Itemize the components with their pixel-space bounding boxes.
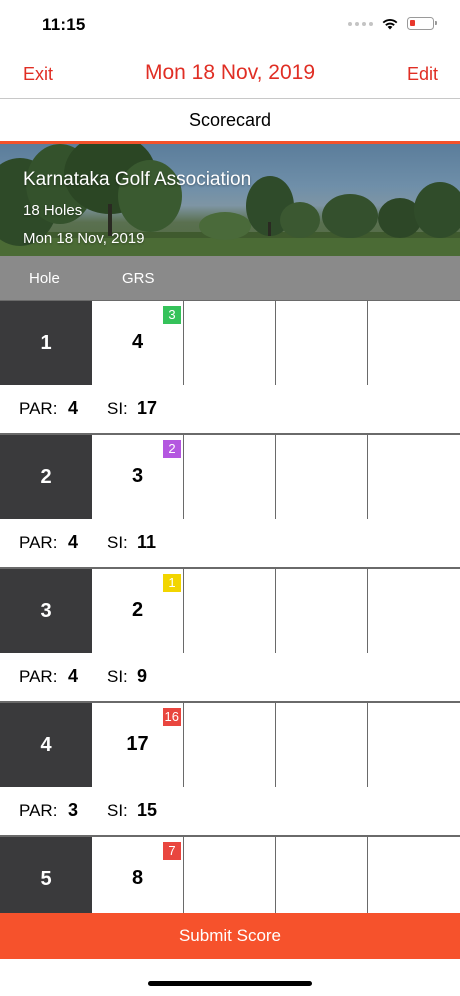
score-cell[interactable]: [276, 435, 368, 519]
score-cell[interactable]: [184, 703, 276, 787]
score-value: 8: [131, 867, 144, 889]
score-cell[interactable]: [368, 703, 460, 787]
strokes-badge: 16: [162, 708, 181, 726]
score-cell[interactable]: [184, 569, 276, 653]
hole-column-header: Hole: [29, 270, 60, 287]
si-label: SI:: [107, 533, 128, 552]
grs-score-cell[interactable]: 2 1: [92, 569, 184, 653]
wifi-icon: [382, 18, 398, 30]
score-cell[interactable]: [276, 569, 368, 653]
si-value: 11: [137, 532, 157, 552]
score-cell[interactable]: [276, 703, 368, 787]
si-value: 9: [137, 666, 148, 686]
strokes-badge: 1: [163, 574, 181, 592]
score-cell[interactable]: [368, 435, 460, 519]
par-value: 4: [68, 398, 79, 418]
hole-number: 3: [0, 569, 92, 653]
status-time: 11:15: [42, 15, 86, 34]
grs-score-cell[interactable]: 4 3: [92, 301, 184, 385]
hole-info-row: PAR: 4 SI: 9: [0, 652, 460, 702]
score-value: 17: [126, 733, 149, 755]
score-value: 4: [131, 331, 144, 353]
score-row: 4 17 16: [0, 702, 460, 787]
par-value: 4: [68, 666, 79, 686]
course-name: Karnataka Golf Association: [23, 169, 252, 190]
page-title: Mon 18 Nov, 2019: [144, 61, 316, 84]
strokes-badge: 7: [163, 842, 181, 860]
hole-info-row: PAR: 4 SI: 11: [0, 518, 460, 568]
si-label: SI:: [107, 399, 128, 418]
hole-row: 5 8 7: [0, 836, 460, 913]
grs-column-header: GRS: [122, 270, 155, 287]
navigation-bar: Exit Mon 18 Nov, 2019 Edit: [0, 50, 460, 98]
scorecard-column-header: Hole GRS: [0, 256, 460, 300]
status-bar: 11:15: [0, 0, 460, 50]
grs-score-cell[interactable]: 3 2: [92, 435, 184, 519]
grs-score-cell[interactable]: 17 16: [92, 703, 184, 787]
holes-count: 18 Holes: [23, 202, 83, 219]
hole-number: 4: [0, 703, 92, 787]
grs-score-cell[interactable]: 8 7: [92, 837, 184, 913]
course-banner: Karnataka Golf Association 18 Holes Mon …: [0, 144, 460, 256]
hole-row: 4 17 16 PAR: 3 SI: 15: [0, 702, 460, 836]
hole-row: 3 2 1 PAR: 4 SI: 9: [0, 568, 460, 702]
hole-info-row: PAR: 3 SI: 15: [0, 786, 460, 836]
si-label: SI:: [107, 801, 128, 820]
strokes-badge: 3: [163, 306, 181, 324]
score-cell[interactable]: [184, 301, 276, 385]
par-label: PAR:: [19, 399, 58, 418]
round-date: Mon 18 Nov, 2019: [23, 230, 145, 247]
hole-number: 5: [0, 837, 92, 913]
si-value: 15: [137, 800, 158, 820]
score-cell[interactable]: [276, 837, 368, 913]
edit-button[interactable]: Edit: [407, 64, 438, 85]
hole-info-row: PAR: 4 SI: 17: [0, 384, 460, 434]
hole-number: 1: [0, 301, 92, 385]
hole-number: 2: [0, 435, 92, 519]
cellular-signal-icon: [348, 21, 373, 26]
home-indicator[interactable]: [148, 981, 312, 986]
submit-score-button[interactable]: Submit Score: [0, 913, 460, 959]
hole-row: 1 4 3 PAR: 4 SI: 17: [0, 300, 460, 434]
par-label: PAR:: [19, 667, 58, 686]
hole-row: 2 3 2 PAR: 4 SI: 11: [0, 434, 460, 568]
score-value: 3: [131, 465, 144, 487]
score-cell[interactable]: [184, 837, 276, 913]
si-value: 17: [137, 398, 158, 418]
battery-icon: [407, 17, 437, 30]
score-cell[interactable]: [368, 301, 460, 385]
score-cell[interactable]: [368, 837, 460, 913]
score-row: 1 4 3: [0, 300, 460, 385]
si-label: SI:: [107, 667, 128, 686]
score-row: 3 2 1: [0, 568, 460, 653]
score-cell[interactable]: [276, 301, 368, 385]
par-label: PAR:: [19, 801, 58, 820]
score-value: 2: [131, 599, 144, 621]
scorecard-header: Scorecard: [0, 98, 460, 144]
strokes-badge: 2: [163, 440, 181, 458]
score-row: 2 3 2: [0, 434, 460, 519]
score-cell[interactable]: [184, 435, 276, 519]
par-value: 3: [68, 800, 79, 820]
score-cell[interactable]: [368, 569, 460, 653]
par-value: 4: [68, 532, 79, 552]
par-label: PAR:: [19, 533, 58, 552]
score-row: 5 8 7: [0, 836, 460, 913]
status-icons: [348, 17, 437, 30]
